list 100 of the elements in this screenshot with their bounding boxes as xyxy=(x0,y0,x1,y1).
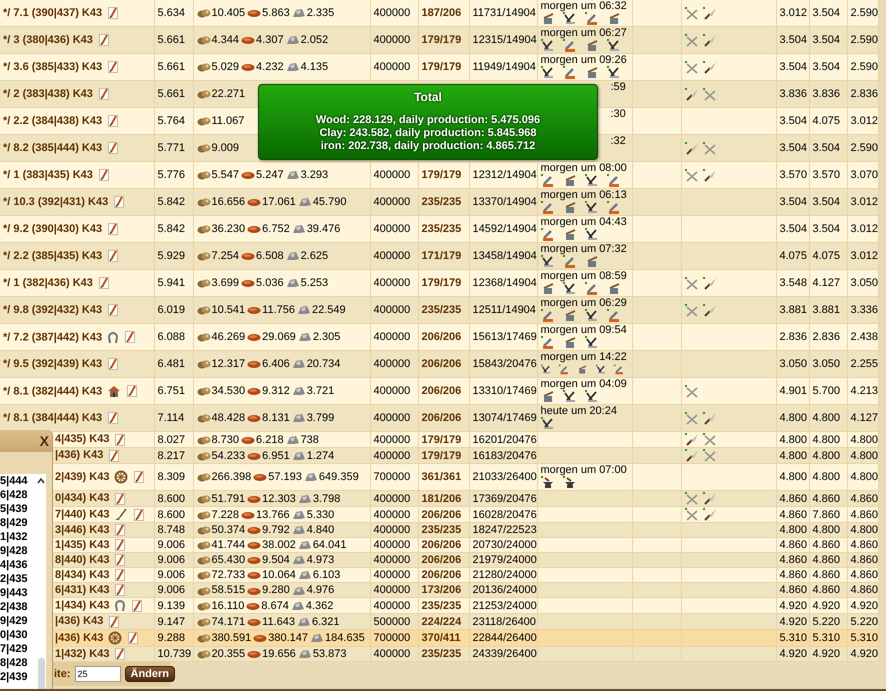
coordinate-item[interactable]: 4|436 xyxy=(0,558,36,572)
table-cell: 400000 xyxy=(374,450,410,462)
village-name[interactable]: |436) K43 xyxy=(55,615,104,628)
village-name[interactable]: */ 2 (383|438) K43 xyxy=(3,88,93,100)
village-name[interactable]: 0|434) K43 xyxy=(55,492,110,504)
pencil-icon[interactable] xyxy=(115,569,126,582)
pencil-icon[interactable] xyxy=(134,508,144,520)
coordinate-item[interactable]: 6|428 xyxy=(0,488,36,502)
village-name[interactable]: */ 9.2 (390|430) K43 xyxy=(3,222,102,235)
village-name[interactable]: 3|446) K43 xyxy=(55,524,110,536)
pencil-icon[interactable] xyxy=(115,648,126,660)
pencil-icon[interactable] xyxy=(98,277,109,290)
village-name[interactable]: */ 1 (383|435) K43 xyxy=(3,168,93,181)
village-name[interactable]: */ 2.2 (384|438) K43 xyxy=(3,114,102,127)
village-name[interactable]: */ 3 (380|436) K43 xyxy=(3,34,93,46)
coordinate-item[interactable]: 8|429 xyxy=(0,516,36,530)
pencil-icon[interactable] xyxy=(108,142,118,154)
village-name[interactable]: 8|440) K43 xyxy=(55,554,110,566)
village-name[interactable]: */ 8.1 (384|444) K43 xyxy=(3,412,102,424)
clay-amount: 4.307 xyxy=(256,34,284,46)
pencil-icon[interactable] xyxy=(98,34,109,46)
table-cell: 3.570 xyxy=(812,169,840,181)
pencil-icon[interactable] xyxy=(127,385,138,397)
table-cell: 206/206 xyxy=(422,385,462,397)
coordinate-item[interactable]: 2|439 xyxy=(0,670,36,684)
close-button[interactable]: X xyxy=(40,433,49,449)
pencil-icon[interactable] xyxy=(108,250,118,262)
village-name[interactable]: |436) K43 xyxy=(55,449,104,462)
coordinate-item[interactable]: 9|443 xyxy=(0,586,36,600)
pencil-icon[interactable] xyxy=(108,61,118,74)
village-name[interactable]: 6|431) K43 xyxy=(55,584,110,596)
village-name[interactable]: 1|435) K43 xyxy=(55,539,110,552)
pencil-icon[interactable] xyxy=(115,492,126,505)
coordinate-item[interactable]: 8|428 xyxy=(0,656,36,670)
coordinate-item[interactable]: 2|435 xyxy=(0,572,36,586)
village-name[interactable]: |436) K43 xyxy=(55,631,104,644)
village-name[interactable]: 7|440) K43 xyxy=(55,508,110,520)
pencil-icon[interactable] xyxy=(108,7,118,20)
pencil-icon[interactable] xyxy=(115,434,126,446)
pencil-icon[interactable] xyxy=(128,632,138,644)
village-name[interactable]: */ 9.8 (392|432) K43 xyxy=(3,304,102,316)
table-cell: 400000 xyxy=(374,524,410,536)
village-name[interactable]: */ 8.1 (382|444) K43 xyxy=(3,384,102,397)
pencil-icon[interactable] xyxy=(109,450,120,462)
village-name[interactable]: */ 8.2 (385|444) K43 xyxy=(3,142,102,154)
village-name[interactable]: */ 9.5 (392|439) K43 xyxy=(3,358,102,370)
clay-amount: 19.656 xyxy=(262,648,296,660)
table-cell: 187/206 xyxy=(422,7,462,19)
pencil-icon[interactable] xyxy=(115,524,126,536)
pencil-icon[interactable] xyxy=(132,600,142,612)
coordinate-item[interactable]: 1|432 xyxy=(0,530,36,544)
pencil-icon[interactable] xyxy=(114,196,124,208)
village-name[interactable]: */ 7.1 (390|437) K43 xyxy=(3,6,102,19)
iron-amount: 649.359 xyxy=(318,471,359,483)
pencil-icon[interactable] xyxy=(134,471,144,483)
wood-amount: 12.317 xyxy=(212,358,246,370)
page-size-field[interactable]: 25 xyxy=(74,666,120,682)
pencil-icon[interactable] xyxy=(125,331,136,343)
pencil-icon[interactable] xyxy=(108,358,118,370)
table-cell: 5.941 xyxy=(158,277,186,289)
table-cell: 8.600 xyxy=(158,508,186,520)
village-name[interactable]: */ 1 (382|436) K43 xyxy=(3,276,93,289)
clay-amount: 5.036 xyxy=(256,277,284,289)
village-name[interactable]: 8|434) K43 xyxy=(55,569,110,582)
coordinate-item[interactable]: 0|430 xyxy=(0,628,36,642)
change-button[interactable]: Ändern xyxy=(124,666,175,682)
pencil-icon[interactable] xyxy=(98,169,109,182)
village-name[interactable]: 1|432) K43 xyxy=(55,648,110,660)
coordinate-item[interactable]: 5|444 xyxy=(0,474,36,488)
scroll-up-icon[interactable] xyxy=(37,478,45,484)
pencil-icon[interactable] xyxy=(115,539,126,552)
iron-icon xyxy=(296,305,311,316)
pencil-icon[interactable] xyxy=(109,616,120,628)
coordinate-item[interactable]: 9|429 xyxy=(0,614,36,628)
village-name[interactable]: */ 10.3 (392|431) K43 xyxy=(3,196,108,208)
coordinate-item[interactable]: 7|429 xyxy=(0,642,36,656)
hammer-icon xyxy=(562,255,576,268)
clay-icon xyxy=(247,648,262,659)
village-name[interactable]: 2|439) K43 xyxy=(55,470,110,483)
village-name[interactable]: 1|434) K43 xyxy=(55,600,110,612)
coordinate-item[interactable]: 9|428 xyxy=(0,544,36,558)
iron-icon xyxy=(298,332,312,342)
village-name[interactable]: 4|435) K43 xyxy=(55,433,110,446)
pickaxe-icon xyxy=(606,39,620,52)
village-name[interactable]: */ 2.2 (385|435) K43 xyxy=(3,250,102,262)
wood-amount: 46.269 xyxy=(212,331,246,343)
coordinate-item[interactable]: 2|438 xyxy=(0,600,36,614)
pencil-icon[interactable] xyxy=(108,115,118,128)
pencil-icon[interactable] xyxy=(115,584,126,596)
pencil-icon[interactable] xyxy=(115,554,126,566)
village-name[interactable]: */ 3.6 (385|433) K43 xyxy=(3,60,102,73)
village-name[interactable]: */ 7.2 (387|442) K43 xyxy=(3,330,102,343)
coordinate-item[interactable]: 5|439 xyxy=(0,502,36,516)
pencil-icon[interactable] xyxy=(108,223,118,236)
pencil-icon[interactable] xyxy=(108,412,118,424)
clay-amount: 6.951 xyxy=(262,450,290,462)
iron-icon xyxy=(292,555,306,566)
clay-icon xyxy=(253,472,268,482)
pencil-icon[interactable] xyxy=(108,304,118,316)
pencil-icon[interactable] xyxy=(98,88,109,100)
